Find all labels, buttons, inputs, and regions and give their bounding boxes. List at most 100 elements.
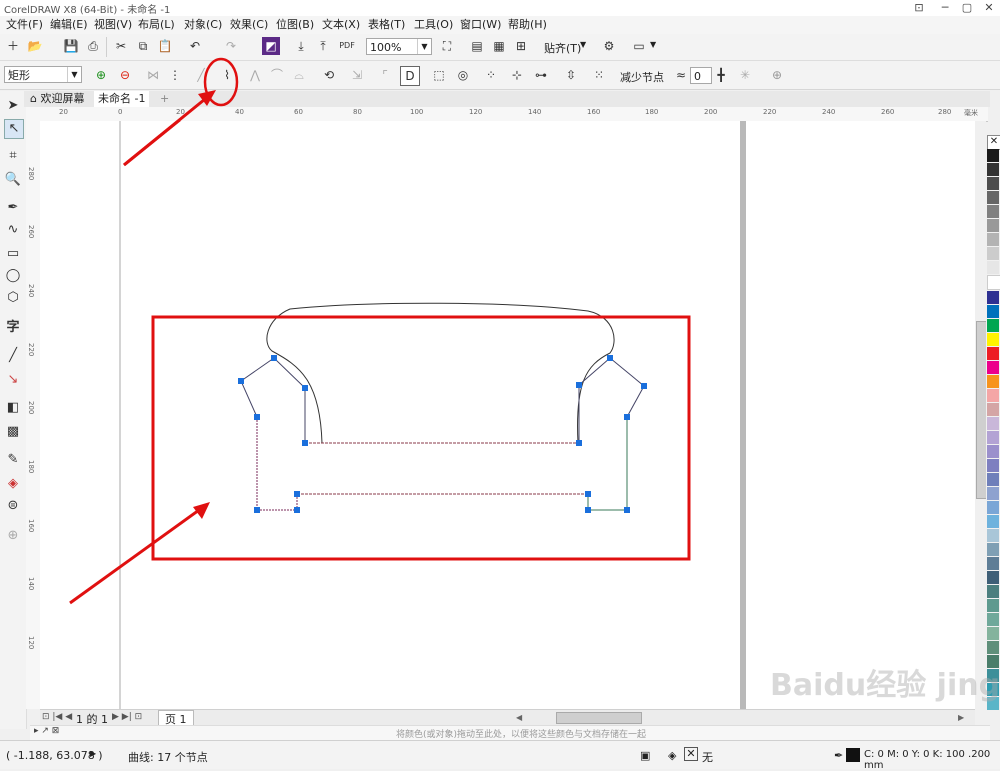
curve-node[interactable] — [576, 382, 582, 388]
text-tool-icon[interactable]: 字 — [4, 319, 22, 337]
nodes-sparkle-icon[interactable]: ✳ — [736, 66, 754, 84]
freehand-tool-icon[interactable]: ✒ — [4, 199, 22, 217]
menu-tools[interactable]: 工具(O) — [414, 17, 453, 33]
horizontal-scroll-thumb[interactable] — [556, 712, 642, 724]
curve-node[interactable] — [585, 507, 591, 513]
node-density-icon[interactable]: ⁙ — [590, 66, 608, 84]
scroll-right-icon[interactable]: ▶ — [958, 713, 964, 722]
menu-text[interactable]: 文本(X) — [322, 17, 360, 33]
full-screen-icon[interactable]: ⛶ — [438, 37, 456, 55]
options-gear-icon[interactable]: ⚙ — [600, 37, 618, 55]
horizontal-ruler[interactable]: 20 0 20 40 60 80 100 120 140 160 180 200… — [26, 107, 988, 122]
color-swatch[interactable] — [987, 641, 999, 654]
page-tab[interactable]: 页 1 — [158, 710, 194, 726]
color-swatch[interactable] — [987, 333, 999, 346]
undo-icon[interactable]: ↶ — [186, 37, 204, 55]
no-fill-swatch-icon[interactable]: ✕ — [684, 747, 698, 761]
color-swatch[interactable] — [987, 389, 999, 402]
snap-to-label[interactable]: 贴齐(T) — [544, 40, 581, 56]
color-swatch[interactable] — [987, 191, 999, 204]
menu-object[interactable]: 对象(C) — [184, 17, 222, 33]
vertical-scrollbar[interactable] — [975, 121, 987, 709]
color-swatch[interactable] — [987, 247, 999, 260]
symmetrical-node-icon[interactable]: ⌓ — [290, 66, 308, 84]
menu-file[interactable]: 文件(F) — [6, 17, 43, 33]
interactive-fill-tool-icon[interactable]: ◈ — [4, 475, 22, 493]
transparency-tool-icon[interactable]: ▩ — [4, 423, 22, 441]
color-swatch[interactable] — [987, 233, 999, 246]
color-swatch[interactable] — [987, 417, 999, 430]
curve-node[interactable] — [624, 507, 630, 513]
color-swatch[interactable] — [987, 571, 999, 584]
curve-node[interactable] — [254, 414, 260, 420]
polygon-tool-icon[interactable]: ⬡ — [4, 289, 22, 307]
color-swatch[interactable] — [987, 291, 999, 304]
ellipse-tool-icon[interactable]: ◯ — [4, 267, 22, 285]
curve-smoothness-slider-icon[interactable]: ╋ — [712, 66, 730, 84]
color-swatch[interactable] — [987, 529, 999, 542]
pick-tool-icon[interactable]: ➤ — [4, 97, 22, 115]
color-swatch[interactable] — [987, 177, 999, 190]
paste-icon[interactable]: 📋 — [156, 37, 174, 55]
zoom-tool-icon[interactable]: 🔍 — [4, 171, 22, 189]
align-nodes-icon[interactable]: ⊹ — [508, 66, 526, 84]
artistic-media-tool-icon[interactable]: ∿ — [4, 221, 22, 239]
shape-tool-icon[interactable]: ↖ — [4, 119, 24, 139]
curve-node[interactable] — [302, 440, 308, 446]
color-swatch[interactable] — [987, 501, 999, 514]
no-color-swatch[interactable]: ✕ — [987, 135, 1000, 150]
customize-toolbox-plus-icon[interactable]: ⊕ — [4, 527, 22, 545]
menu-table[interactable]: 表格(T) — [368, 17, 405, 33]
cut-icon[interactable]: ✂ — [112, 37, 130, 55]
color-swatch[interactable] — [987, 585, 999, 598]
color-swatch[interactable] — [987, 459, 999, 472]
maximize-button[interactable]: ▢ — [956, 0, 978, 16]
rectangle-tool-icon[interactable]: ▭ — [4, 245, 22, 263]
curve-node[interactable] — [641, 383, 647, 389]
search-content-icon[interactable]: ◩ — [262, 37, 280, 55]
zoom-level-select[interactable]: 100% ▼ — [366, 38, 432, 55]
next-page-icon[interactable]: ▶ ▶| ⊡ — [112, 712, 142, 722]
sofa-left-base-path[interactable] — [256, 417, 298, 511]
cusp-node-icon[interactable]: ⋀ — [246, 66, 264, 84]
sofa-right-base-path[interactable] — [587, 417, 628, 511]
curve-smoothness-input[interactable]: 0 — [690, 67, 712, 84]
tab-welcome[interactable]: ⌂ 欢迎屏幕 — [26, 91, 89, 107]
curve-node[interactable] — [624, 414, 630, 420]
curve-node[interactable] — [294, 491, 300, 497]
menu-layout[interactable]: 布局(L) — [138, 17, 175, 33]
curve-node[interactable] — [254, 507, 260, 513]
select-all-nodes-icon[interactable]: ⁘ — [482, 66, 500, 84]
color-swatch[interactable] — [987, 275, 1000, 290]
close-curve-icon[interactable]: ⌜ — [376, 66, 394, 84]
color-swatch[interactable] — [987, 205, 999, 218]
smart-fill-tool-icon[interactable]: ⊜ — [4, 497, 22, 515]
color-swatch[interactable] — [987, 403, 999, 416]
color-swatch[interactable] — [987, 375, 999, 388]
menu-view[interactable]: 视图(V) — [94, 17, 132, 33]
outline-color-swatch[interactable] — [846, 748, 860, 762]
color-swatch[interactable] — [987, 149, 999, 162]
color-swatch[interactable] — [987, 431, 999, 444]
selection-mode-select[interactable]: 矩形 ▼ — [4, 66, 82, 83]
show-guidelines-icon[interactable]: ⊞ — [512, 37, 530, 55]
color-swatch[interactable] — [987, 261, 999, 274]
drop-shadow-tool-icon[interactable]: ◧ — [4, 399, 22, 417]
smooth-node-icon[interactable]: ⌒ — [268, 66, 286, 84]
curve-node[interactable] — [607, 355, 613, 361]
curve-node[interactable] — [271, 355, 277, 361]
export-icon[interactable]: ⤒ — [314, 37, 332, 55]
curve-node[interactable] — [576, 440, 582, 446]
open-icon[interactable]: 📂 — [26, 37, 44, 55]
sofa-back-outline[interactable] — [266, 302, 615, 444]
curve-node[interactable] — [238, 378, 244, 384]
first-page-icon[interactable]: ⊡ |◀ ◀ — [42, 712, 72, 722]
curve-node[interactable] — [302, 385, 308, 391]
color-proof-icon[interactable]: ▣ — [640, 749, 650, 762]
redo-icon[interactable]: ↷ — [222, 37, 240, 55]
elastic-mode-icon[interactable]: ◎ — [454, 66, 472, 84]
color-swatch[interactable] — [987, 305, 999, 318]
color-eyedropper-tool-icon[interactable]: ✎ — [4, 451, 22, 469]
color-swatch[interactable] — [987, 487, 999, 500]
vertical-ruler[interactable]: 280 260 240 220 200 180 160 140 120 — [26, 121, 41, 709]
